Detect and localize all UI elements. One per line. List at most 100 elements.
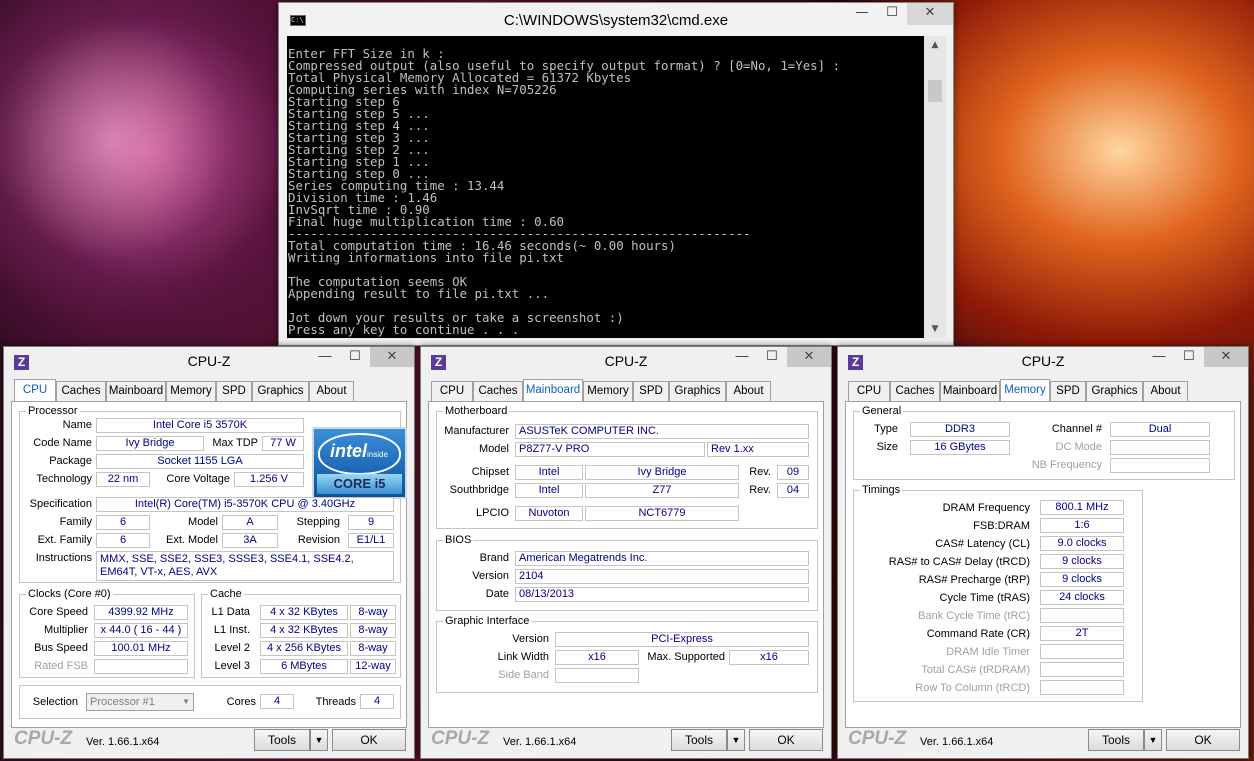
processor-select-value: Processor #1 (90, 696, 155, 708)
tab-memory[interactable]: Memory (166, 381, 216, 401)
tab-caches[interactable]: Caches (890, 381, 940, 401)
threads-label: Threads (315, 696, 356, 708)
tab-cpu[interactable]: CPU (14, 379, 56, 401)
ok-button[interactable]: OK (749, 729, 823, 751)
close-button[interactable]: ✕ (370, 347, 414, 367)
maximize-button[interactable]: ☐ (340, 347, 370, 367)
cpuz-titlebar[interactable]: Z CPU-Z — ☐ ✕ (4, 347, 414, 377)
motherboard-group: Motherboard Manufacturer ASUSTeK COMPUTE… (436, 405, 818, 529)
tab-graphics[interactable]: Graphics (669, 381, 726, 401)
maximize-button[interactable]: ☐ (1174, 347, 1204, 367)
close-button[interactable]: ✕ (907, 3, 953, 25)
trdram-label: Total CAS# (tRDRAM) (921, 664, 1030, 676)
minimize-button[interactable]: — (727, 347, 757, 367)
motherboard-title: Motherboard (443, 405, 510, 417)
model-value: A (222, 515, 278, 530)
tools-dropdown-icon[interactable]: ▼ (1144, 729, 1162, 751)
ok-button[interactable]: OK (332, 729, 406, 751)
tab-memory[interactable]: Memory (583, 381, 633, 401)
cmd-titlebar[interactable]: C:\ C:\WINDOWS\system32\cmd.exe — ☐ ✕ (279, 3, 953, 36)
tab-graphics[interactable]: Graphics (1086, 381, 1143, 401)
ok-button[interactable]: OK (1166, 729, 1240, 751)
close-button[interactable]: ✕ (787, 347, 831, 367)
chipset-vendor: Intel (515, 465, 583, 480)
tab-memory[interactable]: Memory (1000, 379, 1050, 401)
cache-title: Cache (208, 588, 244, 600)
timings-title: Timings (860, 484, 903, 496)
lpcio-label: LPCIO (475, 507, 509, 519)
minimize-button[interactable]: — (310, 347, 340, 367)
cores-label: Cores (226, 696, 256, 708)
level3-value: 6 MBytes (260, 659, 348, 674)
link-width-label: Link Width (497, 651, 549, 663)
lpcio-vendor: Nuvoton (515, 506, 583, 521)
console-output[interactable]: Enter FFT Size in k : Compressed output (… (287, 36, 924, 338)
type-label: Type (874, 423, 898, 435)
nb-frequency-value (1110, 458, 1210, 473)
multiplier-value: x 44.0 ( 16 - 44 ) (94, 623, 188, 638)
tab-mainboard[interactable]: Mainboard (523, 379, 583, 401)
tab-graphics[interactable]: Graphics (252, 381, 309, 401)
tab-mainboard[interactable]: Mainboard (106, 381, 166, 401)
close-button[interactable]: ✕ (1204, 347, 1248, 367)
maxtdp-label: Max TDP (212, 437, 258, 449)
bios-group: BIOS Brand American Megatrends Inc. Vers… (436, 534, 818, 611)
tab-cpu[interactable]: CPU (431, 381, 473, 401)
southbridge-rev-value: 04 (777, 483, 809, 498)
side-band-value (555, 668, 639, 683)
clocks-title: Clocks (Core #0) (26, 588, 113, 600)
codename-value: Ivy Bridge (96, 436, 204, 451)
level2-way: 8-way (350, 641, 396, 656)
intel-core-i5-logo: intelinside CORE i5 (312, 427, 407, 499)
tools-button[interactable]: Tools (671, 729, 727, 751)
tab-about[interactable]: About (726, 381, 771, 401)
chevron-down-icon: ▼ (182, 697, 190, 706)
link-width-value: x16 (555, 650, 639, 665)
tools-dropdown-icon[interactable]: ▼ (310, 729, 328, 751)
scrollbar-thumb[interactable] (928, 80, 942, 102)
l1-inst-way: 8-way (350, 623, 396, 638)
cpuz-titlebar[interactable]: Z CPU-Z — ☐ ✕ (838, 347, 1248, 377)
tab-cpu[interactable]: CPU (848, 381, 890, 401)
minimize-button[interactable]: — (1144, 347, 1174, 367)
tab-about[interactable]: About (1143, 381, 1188, 401)
console-scrollbar[interactable]: ▲ ▼ (924, 36, 946, 338)
tab-caches[interactable]: Caches (56, 381, 106, 401)
bios-title: BIOS (443, 534, 474, 546)
cpuz-titlebar[interactable]: Z CPU-Z — ☐ ✕ (421, 347, 831, 377)
fsb-dram-label: FSB:DRAM (973, 520, 1030, 532)
scroll-up-icon[interactable]: ▲ (924, 40, 946, 50)
tab-caches[interactable]: Caches (473, 381, 523, 401)
ext-family-label: Ext. Family (37, 534, 92, 546)
maximize-button[interactable]: ☐ (757, 347, 787, 367)
instructions-label: Instructions (35, 552, 92, 564)
trcd-value: 9 clocks (1040, 554, 1124, 569)
cpuz-brand: CPU-Z (848, 728, 907, 749)
tab-mainboard[interactable]: Mainboard (940, 381, 1000, 401)
graphic-interface-group: Graphic Interface Version PCI-Express Li… (436, 615, 818, 693)
cpuz-brand: CPU-Z (14, 728, 73, 749)
intel-inside-text: inside (367, 450, 388, 459)
minimize-button[interactable]: — (847, 3, 877, 25)
mainboard-panel: Motherboard Manufacturer ASUSTeK COMPUTE… (428, 401, 824, 728)
clocks-group: Clocks (Core #0) Core Speed 4399.92 MHz … (19, 588, 195, 678)
cpuz-brand: CPU-Z (431, 728, 490, 749)
maximize-button[interactable]: ☐ (877, 3, 907, 25)
model-value: P8Z77-V PRO (515, 442, 705, 457)
tab-about[interactable]: About (309, 381, 354, 401)
tools-button[interactable]: Tools (1088, 729, 1144, 751)
cas-latency-label: CAS# Latency (CL) (935, 538, 1030, 550)
console-line: Writing informations into file pi.txt (288, 250, 565, 265)
channel-label: Channel # (1051, 423, 1102, 435)
tab-spd[interactable]: SPD (1050, 381, 1086, 401)
tools-button[interactable]: Tools (254, 729, 310, 751)
tab-spd[interactable]: SPD (216, 381, 252, 401)
trdram-value (1040, 662, 1124, 677)
stepping-value: 9 (348, 515, 394, 530)
scroll-down-icon[interactable]: ▼ (924, 324, 946, 334)
lpcio-name: NCT6779 (585, 506, 739, 521)
tools-dropdown-icon[interactable]: ▼ (727, 729, 745, 751)
processor-select[interactable]: Processor #1 ▼ (86, 693, 194, 711)
chipset-name: Ivy Bridge (585, 465, 739, 480)
tab-spd[interactable]: SPD (633, 381, 669, 401)
